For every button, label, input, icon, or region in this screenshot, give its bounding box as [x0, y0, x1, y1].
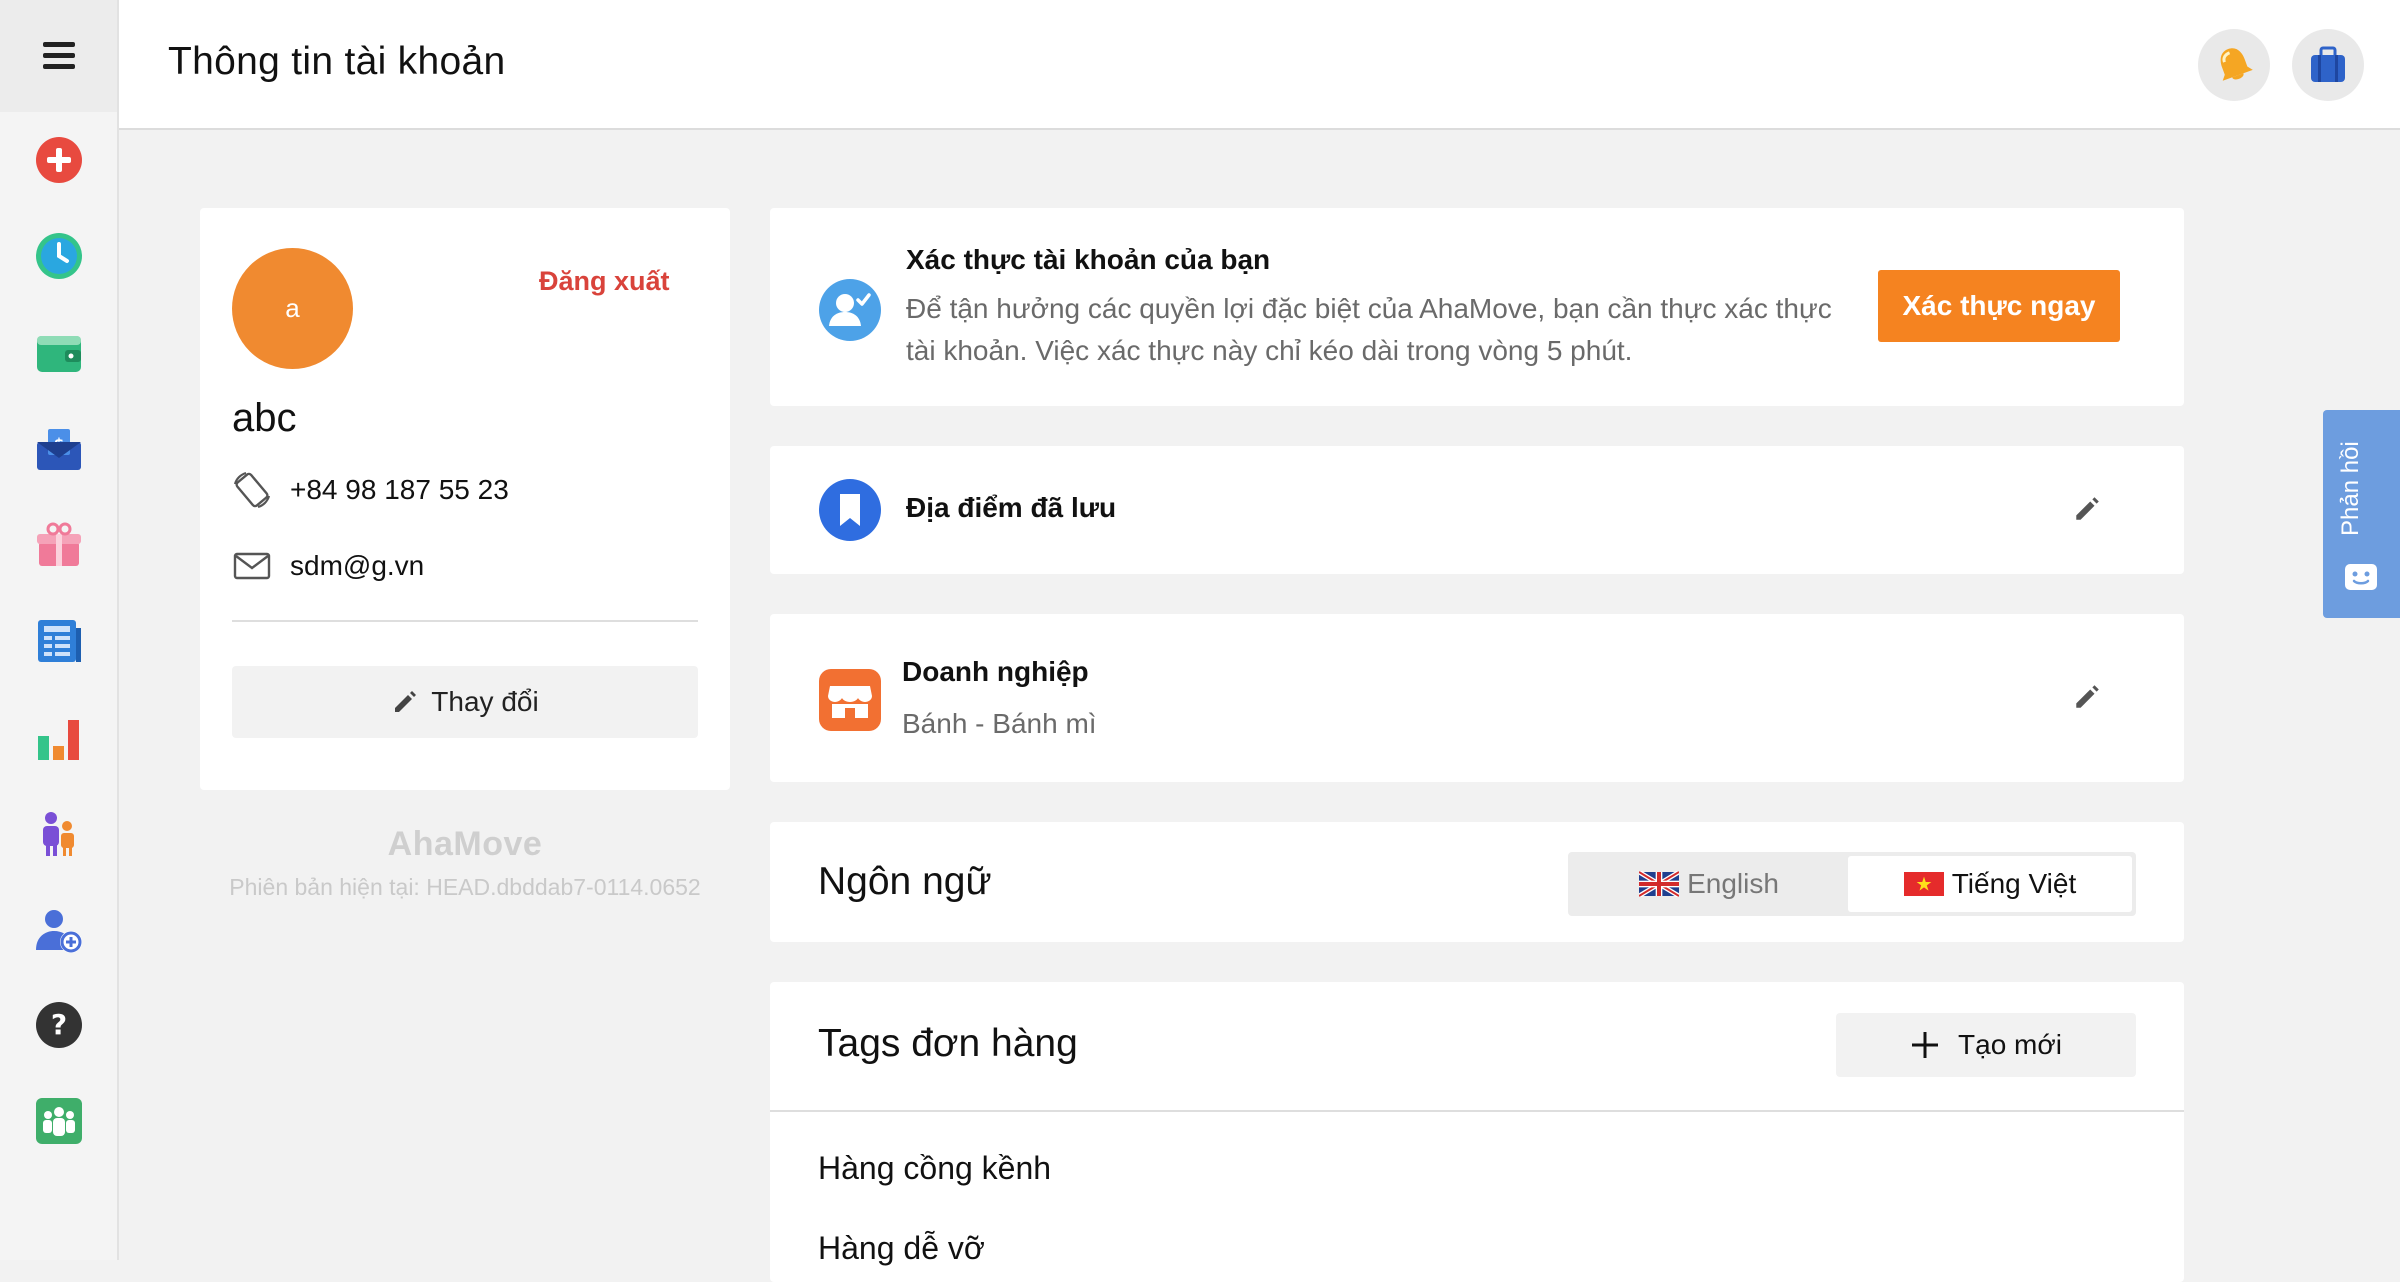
- version-text: Phiên bản hiện tại: HEAD.dbddab7-0114.06…: [229, 874, 701, 900]
- hamburger-icon: [42, 42, 75, 70]
- language-card: Ngôn ngữ English Tiếng Việt: [770, 822, 2184, 942]
- jobs-button[interactable]: [2292, 29, 2364, 101]
- create-order-icon[interactable]: [34, 135, 84, 185]
- order-tags-card: Tags đơn hàng Tạo mới Hàng cồng kềnh Hàn…: [770, 982, 2184, 1282]
- language-toggle: English Tiếng Việt: [1568, 852, 2136, 916]
- history-clock-icon[interactable]: [34, 231, 84, 281]
- uk-flag-icon: [1639, 871, 1680, 897]
- phone-row: +84 98 187 55 23: [232, 470, 509, 510]
- saved-places-title: Địa điểm đã lưu: [906, 492, 1117, 523]
- community-icon[interactable]: [34, 1096, 84, 1146]
- top-header: Thông tin tài khoản: [119, 0, 2400, 130]
- tags-title: Tags đơn hàng: [818, 1022, 1078, 1065]
- divider: [770, 1110, 2184, 1112]
- feedback-tab[interactable]: Phản hồi: [2323, 410, 2400, 618]
- pencil-icon: [395, 691, 417, 712]
- sidebar: $ ?: [0, 0, 119, 1260]
- notification-button[interactable]: [2198, 29, 2270, 101]
- phone-number: +84 98 187 55 23: [290, 474, 509, 505]
- menu-button[interactable]: [0, 0, 117, 112]
- tag-item[interactable]: Hàng cồng kềnh: [818, 1150, 1051, 1187]
- verify-title: Xác thực tài khoản của bạn: [906, 244, 1271, 275]
- avatar: a: [232, 248, 353, 369]
- verify-now-button[interactable]: Xác thực ngay: [1878, 270, 2120, 342]
- profile-card: a Đăng xuất abc +84 98 187 55 23 sdm@g.v…: [200, 208, 730, 790]
- edit-icon[interactable]: [2072, 494, 2102, 524]
- briefcase-icon: [2311, 46, 2345, 82]
- vietnam-flag-icon: [1903, 872, 1944, 896]
- saved-places-card[interactable]: Địa điểm đã lưu: [770, 446, 2184, 574]
- report-list-icon[interactable]: [34, 616, 84, 666]
- create-tag-button[interactable]: Tạo mới: [1836, 1013, 2136, 1077]
- language-english-label: English: [1687, 868, 1779, 899]
- help-icon[interactable]: ?: [34, 1000, 84, 1050]
- phone-icon: [233, 471, 271, 509]
- edit-icon[interactable]: [2072, 682, 2102, 712]
- page-title: Thông tin tài khoản: [168, 40, 506, 83]
- create-tag-label: Tạo mới: [1958, 1029, 2062, 1060]
- business-title: Doanh nghiệp: [902, 656, 1089, 687]
- wallet-icon[interactable]: [34, 328, 84, 378]
- language-vietnamese-label: Tiếng Việt: [1951, 868, 2077, 899]
- tag-item[interactable]: Hàng dễ vỡ: [818, 1230, 985, 1267]
- verify-description: Để tận hưởng các quyền lợi đặc biệt của …: [906, 293, 1832, 366]
- language-option-english[interactable]: English: [1572, 856, 1846, 912]
- cod-payment-icon[interactable]: $: [34, 424, 84, 474]
- team-icon[interactable]: [34, 808, 84, 858]
- verify-account-card: Xác thực tài khoản của bạn Để tận hưởng …: [770, 208, 2184, 406]
- language-title: Ngôn ngữ: [818, 860, 992, 903]
- brand-name: AhaMove: [387, 825, 543, 863]
- language-option-vietnamese[interactable]: Tiếng Việt: [1848, 856, 2132, 912]
- business-category: Bánh - Bánh mì: [902, 708, 1097, 739]
- profile-name: abc: [232, 396, 297, 440]
- svg-text:?: ?: [51, 1008, 67, 1041]
- bell-icon: [2220, 48, 2253, 81]
- gift-icon[interactable]: [34, 520, 84, 570]
- change-profile-label: Thay đổi: [431, 686, 539, 717]
- chat-bot-icon: [2345, 564, 2377, 590]
- verify-user-icon: [819, 279, 881, 341]
- divider: [232, 620, 698, 622]
- statistics-chart-icon[interactable]: [34, 714, 84, 764]
- store-icon: [819, 669, 881, 731]
- email-address: sdm@g.vn: [290, 550, 425, 581]
- mail-icon: [233, 552, 271, 580]
- change-profile-button[interactable]: Thay đổi: [232, 666, 698, 738]
- add-user-icon[interactable]: [34, 906, 84, 956]
- bookmark-icon: [819, 479, 881, 541]
- feedback-label: Phản hồi: [2337, 441, 2364, 536]
- email-row: sdm@g.vn: [232, 546, 424, 586]
- logout-link[interactable]: Đăng xuất: [539, 266, 670, 297]
- plus-icon: [1912, 1032, 1939, 1058]
- business-card[interactable]: Doanh nghiệp Bánh - Bánh mì: [770, 614, 2184, 782]
